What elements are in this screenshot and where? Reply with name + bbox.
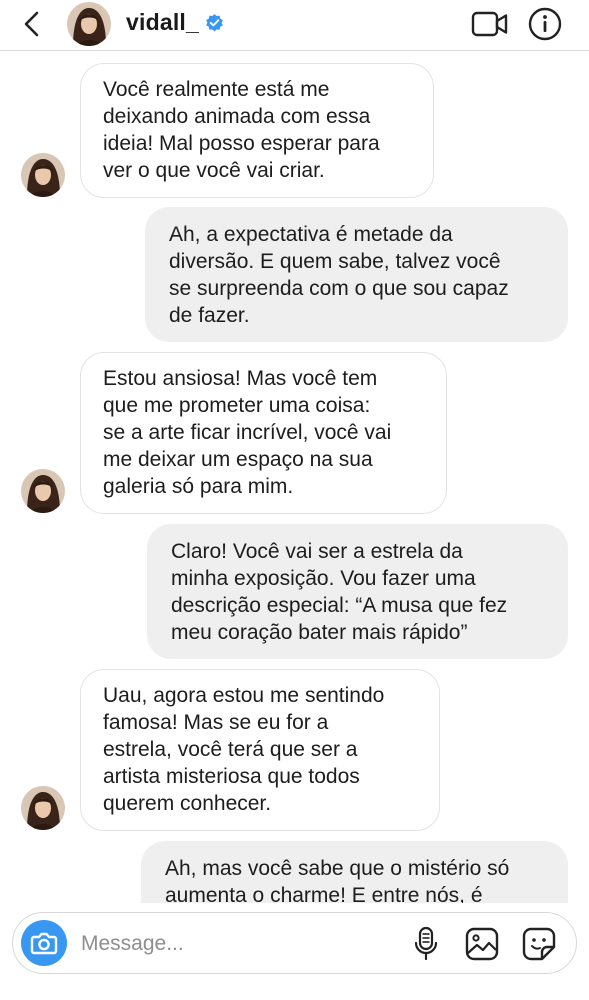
sender-avatar[interactable] bbox=[21, 786, 65, 830]
back-icon[interactable] bbox=[20, 9, 46, 39]
sender-avatar[interactable] bbox=[21, 469, 65, 513]
message-bubble-outgoing[interactable]: Claro! Você vai ser a estrela da minha e… bbox=[147, 524, 568, 659]
username-wrap[interactable]: vidall_ bbox=[126, 9, 224, 36]
chat-header: vidall_ bbox=[0, 0, 589, 51]
username[interactable]: vidall_ bbox=[126, 9, 199, 36]
sticker-icon[interactable] bbox=[522, 927, 556, 961]
message-bubble-incoming[interactable]: Uau, agora estou me sentindo famosa! Mas… bbox=[80, 669, 440, 831]
message-input[interactable] bbox=[79, 926, 383, 962]
message-bubble-incoming[interactable]: Você realmente está me deixando animada … bbox=[80, 63, 434, 198]
message-composer bbox=[12, 912, 577, 974]
message-bubble-outgoing[interactable]: Ah, a expectativa é metade da diversão. … bbox=[145, 207, 568, 342]
verified-badge-icon bbox=[206, 13, 223, 32]
message-bubble-incoming[interactable]: Estou ansiosa! Mas você tem que me prome… bbox=[80, 352, 447, 514]
avatar[interactable] bbox=[67, 2, 111, 46]
sender-avatar[interactable] bbox=[21, 153, 65, 197]
gallery-icon[interactable] bbox=[465, 927, 499, 961]
message-thread[interactable]: Você realmente está me deixando animada … bbox=[0, 51, 589, 903]
message-bubble-outgoing[interactable]: Ah, mas você sabe que o mistério só aume… bbox=[141, 841, 568, 903]
camera-icon bbox=[30, 932, 58, 955]
microphone-icon[interactable] bbox=[413, 926, 439, 962]
info-icon[interactable] bbox=[527, 6, 563, 42]
video-call-icon[interactable] bbox=[471, 9, 509, 39]
camera-button[interactable] bbox=[21, 920, 67, 966]
